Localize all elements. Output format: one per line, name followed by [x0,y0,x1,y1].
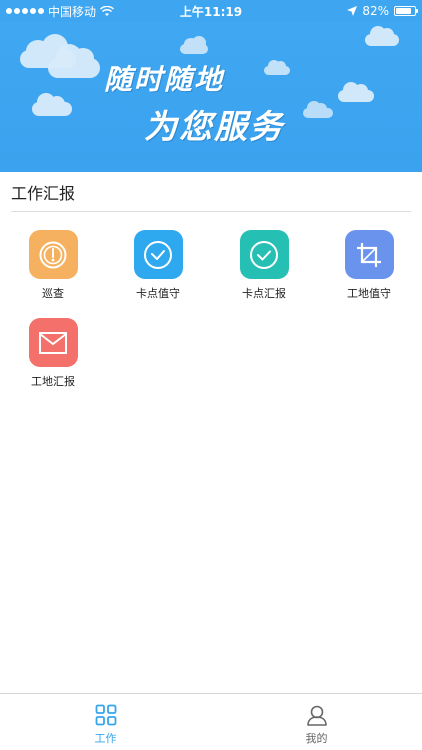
tile-checkpoint-report[interactable]: 卡点汇报 [224,230,304,301]
tile-label: 卡点汇报 [242,287,286,300]
banner-slogan-line1: 随时随地 [104,63,225,96]
tab-mine[interactable]: 我的 [211,694,422,750]
tile-icon-bg [133,230,183,279]
cloud-decoration [365,26,399,46]
tile-label: 工地值守 [347,287,391,300]
tab-work[interactable]: 工作 [0,694,211,750]
signal-icon [6,8,44,14]
tile-icon-bg [344,230,394,279]
location-arrow-icon [347,6,358,16]
cloud-decoration [48,44,100,78]
crop-icon [357,242,381,267]
section-title: 工作汇报 [11,184,76,203]
tile-site-report[interactable]: 工地汇报 [13,318,93,389]
clock-check-icon [144,240,172,269]
battery-percent: 82% [362,4,389,18]
cloud-decoration [338,82,374,102]
carrier-label: 中国移动 [48,4,97,19]
banner-slogan-line2: 为您服务 [144,107,284,146]
tile-site-duty[interactable]: 工地值守 [329,230,409,301]
tab-bar: 工作 我的 [0,693,422,750]
tile-label: 工地汇报 [31,375,75,388]
battery-fill [396,8,411,14]
cloud-decoration [180,36,208,54]
tile-icon-bg [28,318,78,367]
banner: 随时随地 为您服务 [0,0,422,172]
tile-icon-bg [239,230,289,279]
check-circle-icon [250,240,278,269]
tab-label: 工作 [94,732,117,745]
tile-checkpoint-duty[interactable]: 卡点值守 [118,230,198,301]
grid-icon [95,704,116,726]
tile-inspection[interactable]: 巡查 [13,230,93,301]
status-bar: 中国移动 上午11:19 82% [0,0,422,22]
user-icon [306,705,327,726]
cloud-decoration [303,101,333,118]
divider [11,211,411,212]
wifi-icon [100,5,115,16]
tile-icon-bg [28,230,78,279]
gauge-icon [39,241,67,268]
battery-icon [394,6,418,16]
mail-icon [39,331,67,354]
tile-label: 巡查 [42,287,64,300]
cloud-decoration [264,60,290,75]
tile-label: 卡点值守 [136,287,180,300]
cloud-decoration [32,93,72,116]
tab-label: 我的 [305,732,328,745]
